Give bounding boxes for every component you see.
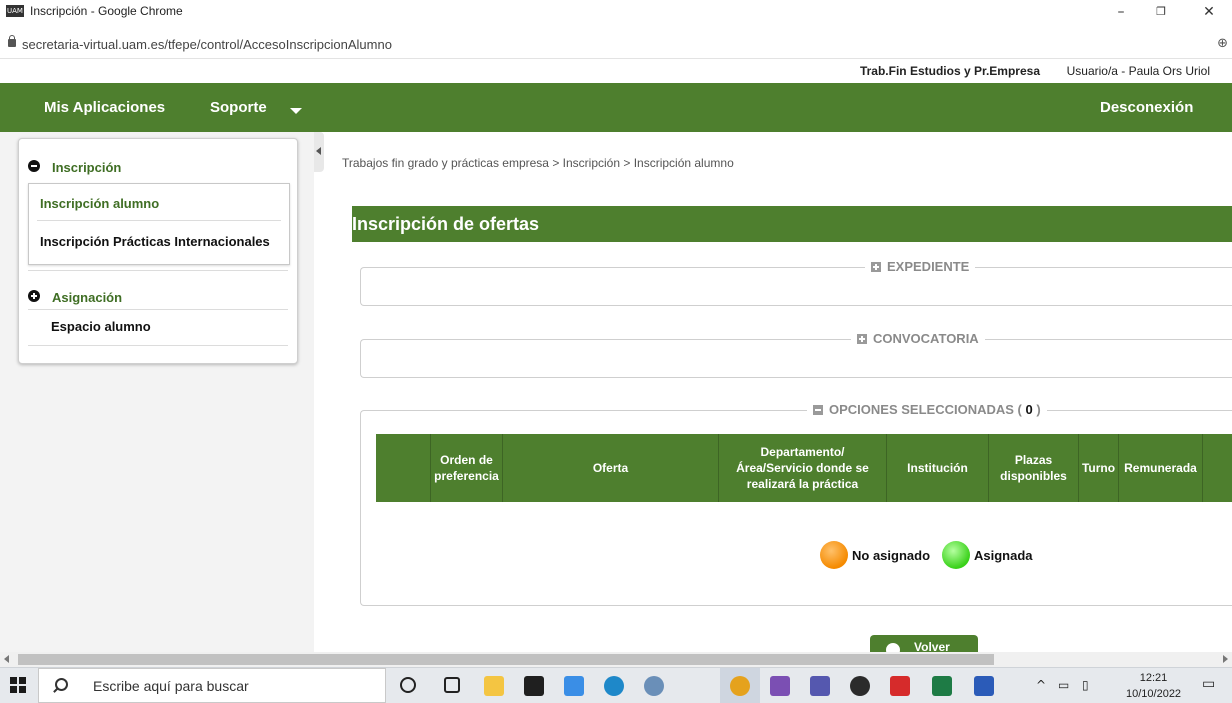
settings-gear-icon[interactable] xyxy=(850,676,870,696)
snipping-tool-icon[interactable] xyxy=(770,676,790,696)
expand-icon[interactable] xyxy=(871,262,881,272)
clock-time: 12:21 xyxy=(1139,672,1168,684)
column-header-turno: Turno xyxy=(1078,434,1118,502)
window-title-bar: UAM Inscripción - Google Chrome – ❐ ✕ xyxy=(0,0,1232,34)
column-header-orden: Orden de preferencia xyxy=(430,434,502,502)
url-text[interactable]: secretaria-virtual.uam.es/tfepe/control/… xyxy=(22,37,392,52)
window-title: Inscripción - Google Chrome xyxy=(30,4,183,18)
sidebar-item-espacio-alumno[interactable]: Espacio alumno xyxy=(51,319,151,334)
legend-label-close: ) xyxy=(1036,402,1041,417)
column-header-institucion: Institución xyxy=(886,434,988,502)
teams-icon[interactable] xyxy=(810,676,830,696)
legend-label[interactable]: CONVOCATORIA xyxy=(873,331,979,346)
fieldset-legend-expediente[interactable]: EXPEDIENTE xyxy=(865,259,976,274)
column-header-oferta: Oferta xyxy=(502,434,718,502)
notifications-icon[interactable]: ▭ xyxy=(1202,676,1215,692)
taskbar-clock[interactable]: 12:21 10/10/2022 xyxy=(1126,670,1181,702)
sidebar-menu-panel: Inscripción Inscripción alumno Inscripci… xyxy=(18,138,298,364)
legend-label[interactable]: OPCIONES SELECCIONADAS ( xyxy=(829,402,1022,417)
excel-icon[interactable] xyxy=(932,676,952,696)
column-header-extra xyxy=(1202,434,1232,502)
legend-no-asignado: No asignado xyxy=(852,548,931,563)
minus-circle-icon[interactable] xyxy=(28,160,40,172)
fieldset-convocatoria: CONVOCATORIA xyxy=(360,331,1232,378)
horizontal-scrollbar[interactable] xyxy=(0,652,1232,667)
nav-soporte[interactable]: Soporte xyxy=(210,99,267,116)
edge-icon[interactable] xyxy=(604,676,624,696)
page-title: Inscripción de ofertas xyxy=(352,214,540,234)
zoom-icon[interactable]: ⊕ xyxy=(1217,36,1228,51)
lock-icon xyxy=(8,35,16,47)
scroll-left-icon[interactable] xyxy=(4,655,9,663)
legend-label[interactable]: EXPEDIENTE xyxy=(887,259,969,274)
address-bar[interactable]: secretaria-virtual.uam.es/tfepe/control/… xyxy=(0,34,1232,59)
scrollbar-thumb[interactable] xyxy=(18,654,994,665)
column-header-select xyxy=(376,434,430,502)
sidebar: Inscripción Inscripción alumno Inscripci… xyxy=(0,132,314,652)
nav-mis-aplicaciones[interactable]: Mis Aplicaciones xyxy=(44,99,165,116)
scroll-right-icon[interactable] xyxy=(1223,655,1228,663)
search-placeholder[interactable]: Escribe aquí para buscar xyxy=(93,678,249,694)
acrobat-icon[interactable] xyxy=(890,676,910,696)
column-header-plazas: Plazas disponibles xyxy=(988,434,1078,502)
sidebar-item-inscripcion-alumno[interactable]: Inscripción alumno xyxy=(29,188,289,218)
fieldset-expediente: EXPEDIENTE xyxy=(360,259,1232,306)
main-nav-bar: Mis Aplicaciones Soporte Desconexión xyxy=(0,83,1232,132)
windows-start-icon[interactable] xyxy=(10,677,26,693)
expand-icon[interactable] xyxy=(857,334,867,344)
cortana-icon[interactable] xyxy=(400,677,416,693)
search-icon xyxy=(55,678,68,691)
paint-icon[interactable] xyxy=(644,676,664,696)
tray-chevron-icon[interactable]: ^ xyxy=(1036,678,1046,692)
page-header: Inscripción de ofertas xyxy=(352,206,1232,242)
asignada-icon xyxy=(942,541,970,569)
divider xyxy=(28,309,288,310)
plus-circle-icon[interactable] xyxy=(28,290,40,302)
sidebar-item-label[interactable]: Inscripción Prácticas Internacionales xyxy=(40,234,270,249)
file-explorer-icon[interactable] xyxy=(484,676,504,696)
restore-button[interactable]: ❐ xyxy=(1146,2,1176,22)
section-label[interactable]: Inscripción xyxy=(52,160,121,175)
divider xyxy=(37,220,281,221)
inscripcion-submenu: Inscripción alumno Inscripción Prácticas… xyxy=(28,183,290,265)
user-info-strip: Trab.Fin Estudios y Pr.Empresa Usuario/a… xyxy=(0,59,1232,83)
fieldset-legend-convocatoria[interactable]: CONVOCATORIA xyxy=(851,331,985,346)
word-icon[interactable] xyxy=(974,676,994,696)
collapse-icon[interactable] xyxy=(813,405,823,415)
sidebar-collapse-toggle[interactable] xyxy=(314,132,324,172)
legend-asignada: Asignada xyxy=(974,548,1033,563)
no-asignado-icon xyxy=(820,541,848,569)
breadcrumb: Trabajos fin grado y prácticas empresa >… xyxy=(342,156,734,170)
chrome-icon[interactable] xyxy=(730,676,750,696)
sidebar-section-inscripcion[interactable]: Inscripción xyxy=(19,149,297,185)
uam-app-icon: UAM xyxy=(6,5,24,17)
divider xyxy=(28,345,288,346)
task-view-icon[interactable] xyxy=(444,677,460,693)
fieldset-legend-opciones[interactable]: OPCIONES SELECCIONADAS ( 0 ) xyxy=(807,402,1047,417)
volume-icon[interactable]: ▯ xyxy=(1082,678,1089,692)
windows-taskbar: Escribe aquí para buscar ^ ▭ ▯ 12:21 10/… xyxy=(0,667,1232,703)
system-name: Trab.Fin Estudios y Pr.Empresa xyxy=(859,64,1040,78)
control-panel-icon[interactable] xyxy=(564,676,584,696)
column-header-remunerada: Remunerada xyxy=(1118,434,1202,502)
column-header-departamento: Departamento/ Área/Servicio donde se rea… xyxy=(718,434,886,502)
selected-count: 0 xyxy=(1025,402,1033,417)
sidebar-item-label[interactable]: Inscripción alumno xyxy=(40,196,159,211)
nav-desconexion[interactable]: Desconexión xyxy=(1100,99,1193,116)
minimize-button[interactable]: – xyxy=(1106,2,1136,22)
terminal-icon[interactable] xyxy=(524,676,544,696)
taskbar-search-box[interactable]: Escribe aquí para buscar xyxy=(38,668,386,703)
section-label[interactable]: Asignación xyxy=(52,290,122,305)
user-label: Usuario/a - Paula Ors Uriol xyxy=(1066,64,1210,78)
network-icon[interactable]: ▭ xyxy=(1058,678,1069,692)
clock-date: 10/10/2022 xyxy=(1126,688,1182,700)
sidebar-item-practicas-internacionales[interactable]: Inscripción Prácticas Internacionales xyxy=(29,226,289,256)
chevron-down-icon[interactable] xyxy=(290,108,302,114)
divider xyxy=(28,270,288,271)
options-table-header: Orden de preferencia Oferta Departamento… xyxy=(376,434,1232,502)
close-button[interactable]: ✕ xyxy=(1194,2,1224,22)
